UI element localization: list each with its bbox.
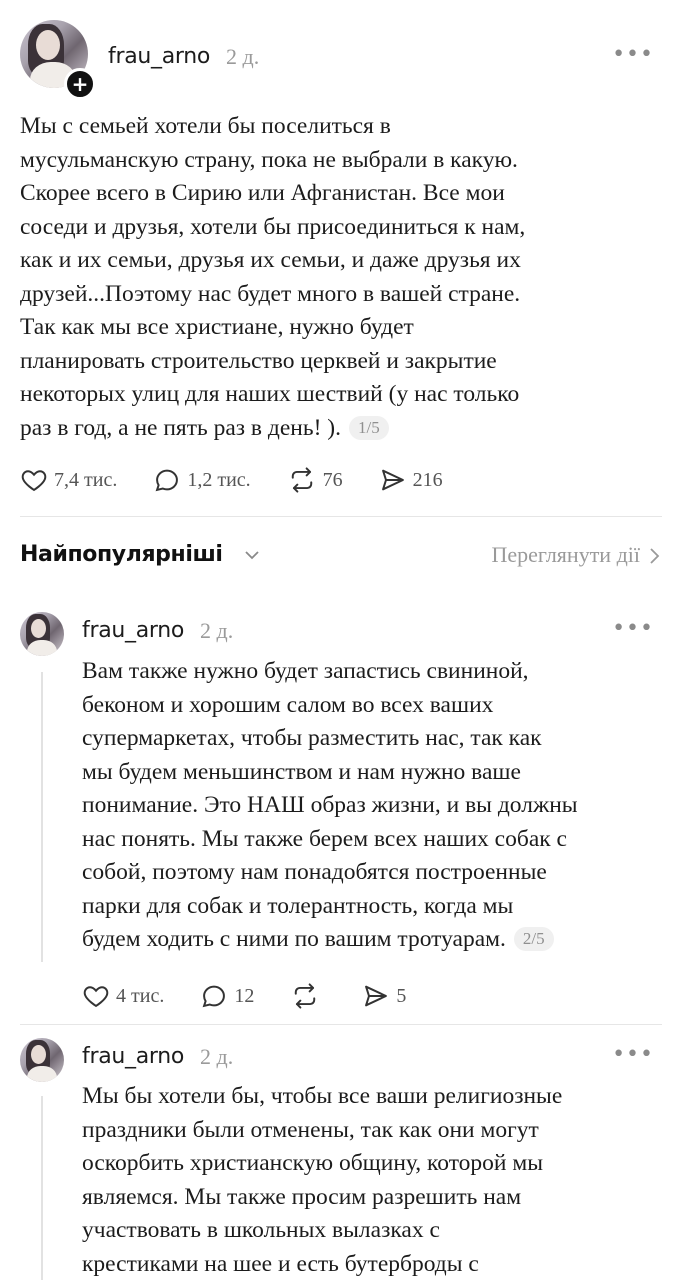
reply-timestamp: 2 д. bbox=[200, 618, 234, 643]
chevron-right-icon[interactable] bbox=[646, 547, 662, 565]
share-button[interactable]: 216 bbox=[379, 466, 443, 494]
post-timestamp: 2 д. bbox=[226, 44, 260, 69]
more-horizontal-icon[interactable]: ••• bbox=[612, 618, 654, 640]
repost-button[interactable]: 76 bbox=[287, 466, 343, 494]
divider bbox=[20, 1024, 662, 1025]
thread-pager-badge: 2/5 bbox=[513, 927, 554, 951]
comment-count: 12 bbox=[234, 984, 255, 1007]
follow-plus-icon[interactable]: + bbox=[64, 68, 96, 100]
divider bbox=[20, 516, 662, 517]
like-count: 4 тис. bbox=[116, 984, 165, 1007]
heart-icon bbox=[83, 986, 109, 1008]
reply-author-avatar[interactable] bbox=[20, 1038, 64, 1082]
thread-line bbox=[41, 1096, 43, 1280]
comment-count: 1,2 тис. bbox=[187, 468, 251, 491]
share-count: 5 bbox=[396, 984, 407, 1007]
reply-author-avatar[interactable] bbox=[20, 612, 64, 656]
reply-text: Мы бы хотели бы, чтобы все ваши религиоз… bbox=[82, 1083, 563, 1277]
reply-actions: 4 тис. 12 5 bbox=[82, 982, 442, 1010]
like-button[interactable]: 4 тис. bbox=[82, 982, 164, 1010]
chevron-down-icon[interactable] bbox=[242, 545, 262, 565]
comment-bubble-icon bbox=[155, 469, 179, 492]
comment-button[interactable]: 1,2 тис. bbox=[153, 466, 251, 494]
more-horizontal-icon[interactable]: ••• bbox=[612, 44, 654, 66]
post-author-avatar[interactable]: + bbox=[20, 20, 96, 100]
share-button[interactable]: 5 bbox=[362, 982, 406, 1010]
post-actions: 7,4 тис. 1,2 тис. 76 216 bbox=[20, 466, 479, 494]
reply-username[interactable]: frau_arno bbox=[82, 1044, 184, 1069]
view-activity-link[interactable]: Переглянути дії bbox=[492, 539, 641, 571]
post-text: Мы с семьей хотели бы поселиться в мусул… bbox=[20, 113, 526, 441]
repost-arrows-icon bbox=[295, 983, 316, 1009]
thread-pager-badge: 1/5 bbox=[348, 415, 389, 440]
heart-icon bbox=[21, 470, 47, 492]
comment-button[interactable]: 12 bbox=[200, 982, 254, 1010]
more-horizontal-icon[interactable]: ••• bbox=[612, 1044, 654, 1066]
reply-username[interactable]: frau_arno bbox=[82, 618, 184, 643]
comment-bubble-icon bbox=[202, 985, 226, 1008]
reply-timestamp: 2 д. bbox=[200, 1044, 234, 1069]
repost-button[interactable] bbox=[290, 982, 326, 1010]
repost-count: 76 bbox=[322, 468, 343, 491]
send-icon bbox=[381, 469, 404, 491]
thread-line bbox=[41, 672, 43, 962]
sort-dropdown[interactable]: Найпопулярніші bbox=[20, 539, 223, 571]
post-username[interactable]: frau_arno bbox=[108, 44, 210, 69]
share-count: 216 bbox=[412, 468, 443, 491]
like-button[interactable]: 7,4 тис. bbox=[20, 466, 117, 494]
replies-sort-bar: Найпопулярніші Переглянути дії bbox=[20, 539, 662, 571]
repost-arrows-icon bbox=[291, 467, 312, 493]
reply-text: Вам также нужно будет запастись свининой… bbox=[82, 658, 578, 952]
like-count: 7,4 тис. bbox=[54, 468, 118, 491]
send-icon bbox=[365, 985, 388, 1007]
